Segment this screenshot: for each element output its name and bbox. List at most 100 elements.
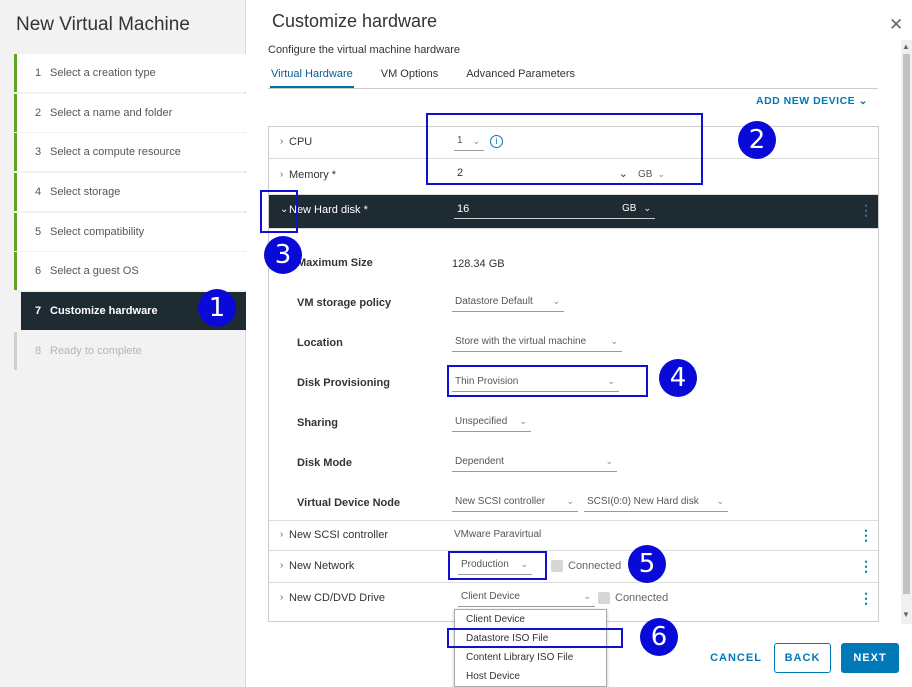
annotation-badge-4: 4: [659, 359, 697, 397]
dropdown-item-host-device[interactable]: Host Device: [455, 667, 606, 686]
step-number: 5: [35, 225, 42, 238]
device-node-label: Virtual Device Node: [297, 497, 401, 509]
wizard-step-5[interactable]: 5 Select compatibility: [14, 212, 246, 251]
step-label: Select compatibility: [50, 225, 145, 238]
wizard-title: New Virtual Machine: [16, 14, 190, 35]
step-number: 2: [35, 106, 42, 119]
chevron-right-icon[interactable]: ›: [280, 169, 283, 180]
hard-disk-unit-select[interactable]: GB ⌄: [619, 203, 655, 219]
storage-policy-value: Datastore Default: [455, 296, 533, 307]
page-subtitle: Configure the virtual machine hardware: [268, 44, 460, 56]
location-value: Store with the virtual machine: [455, 336, 587, 347]
step-number: 1: [35, 67, 42, 79]
max-size-value: 128.34 GB: [452, 258, 505, 270]
cancel-button[interactable]: CANCEL: [705, 643, 767, 673]
add-new-device-button[interactable]: ADD NEW DEVICE ⌄: [756, 95, 868, 107]
annotation-badge-5: 5: [628, 545, 666, 583]
storage-policy-select[interactable]: Datastore Default ⌄: [452, 296, 564, 312]
annotation-badge-2: 2: [738, 121, 776, 159]
chevron-right-icon[interactable]: ›: [280, 136, 283, 147]
close-icon[interactable]: ✕: [889, 15, 903, 35]
kebab-menu-icon[interactable]: ⋮: [859, 590, 873, 607]
chevron-down-icon: ⌄: [605, 456, 613, 466]
scrollbar[interactable]: ▲ ▼: [901, 40, 912, 624]
wizard-step-4[interactable]: 4 Select storage: [14, 173, 246, 212]
hard-disk-size-value: 16: [457, 203, 470, 215]
network-connected-label: Connected: [568, 560, 622, 572]
device-node-controller-select[interactable]: New SCSI controller ⌄: [452, 496, 578, 512]
chevron-down-icon: ⌄: [519, 416, 527, 426]
scsi-controller-label: New SCSI controller: [289, 529, 389, 541]
max-size-label: Maximum Size: [297, 257, 373, 269]
dropdown-item-content-library-iso[interactable]: Content Library ISO File: [455, 648, 606, 667]
wizard-sidebar: New Virtual Machine 1 Select a creation t…: [0, 0, 246, 687]
tab-advanced-parameters[interactable]: Advanced Parameters: [465, 64, 576, 88]
device-node-controller-value: New SCSI controller: [455, 496, 546, 507]
network-connected-checkbox[interactable]: [551, 560, 563, 572]
scroll-down-icon[interactable]: ▼: [902, 610, 910, 619]
wizard-step-3[interactable]: 3 Select a compute resource: [14, 133, 246, 172]
wizard-step-2[interactable]: 2 Select a name and folder: [14, 93, 246, 132]
chevron-right-icon[interactable]: ›: [280, 560, 283, 571]
kebab-menu-icon[interactable]: ⋮: [859, 202, 873, 219]
device-node-slot-value: SCSI(0:0) New Hard disk: [587, 496, 699, 507]
cd-dvd-connected-label: Connected: [615, 592, 669, 604]
chevron-right-icon[interactable]: ›: [280, 529, 283, 540]
scroll-up-icon[interactable]: ▲: [902, 42, 910, 51]
kebab-menu-icon[interactable]: ⋮: [859, 558, 873, 575]
cd-dvd-dropdown-menu: Client Device Datastore ISO File Content…: [454, 609, 607, 687]
chevron-down-icon: ⌄: [858, 95, 868, 107]
scsi-controller-row[interactable]: › New SCSI controller VMware Paravirtual…: [269, 521, 878, 551]
cd-dvd-value: Client Device: [461, 591, 520, 602]
tabs-divider: [268, 88, 878, 89]
step-label: Ready to complete: [50, 344, 142, 357]
chevron-down-icon: ⌄: [610, 336, 618, 346]
add-new-device-label: ADD NEW DEVICE: [756, 95, 856, 107]
wizard-step-1[interactable]: 1 Select a creation type: [14, 54, 246, 92]
network-label: New Network: [289, 560, 355, 572]
location-select[interactable]: Store with the virtual machine ⌄: [452, 336, 622, 352]
chevron-down-icon: ⌄: [643, 203, 651, 213]
chevron-right-icon[interactable]: ›: [280, 592, 283, 603]
annotation-badge-1: 1: [198, 289, 236, 327]
step-label: Select a compute resource: [50, 146, 181, 159]
chevron-down-icon: ⌄: [716, 496, 724, 506]
wizard-step-6[interactable]: 6 Select a guest OS: [14, 252, 246, 291]
network-row[interactable]: › New Network Production ⌄ Connected ⋮: [269, 551, 878, 583]
page-title: Customize hardware: [272, 11, 438, 31]
annotation-box-4: [447, 365, 648, 397]
step-number: 6: [35, 265, 42, 278]
memory-label: Memory *: [289, 169, 337, 181]
hardware-tabs: Virtual Hardware VM Options Advanced Par…: [270, 64, 602, 88]
cd-dvd-connected-checkbox[interactable]: [598, 592, 610, 604]
device-node-slot-select[interactable]: SCSI(0:0) New Hard disk ⌄: [584, 496, 728, 512]
step-number: 3: [35, 146, 42, 159]
sharing-label: Sharing: [297, 417, 338, 429]
chevron-down-icon: ⌄: [566, 496, 574, 506]
storage-policy-label: VM storage policy: [297, 297, 392, 309]
step-label: Customize hardware: [50, 305, 158, 318]
hard-disk-unit: GB: [622, 203, 637, 214]
disk-mode-value: Dependent: [455, 456, 504, 467]
sharing-value: Unspecified: [455, 416, 508, 427]
step-label: Select a guest OS: [50, 265, 139, 278]
next-button[interactable]: NEXT: [841, 643, 899, 673]
hard-disk-row[interactable]: ⌄ New Hard disk * 16 GB ⌄ ⋮: [269, 195, 878, 229]
chevron-down-icon: ⌄: [583, 591, 591, 601]
annotation-badge-6: 6: [640, 618, 678, 656]
cpu-label: CPU: [289, 136, 313, 148]
step-number: 4: [35, 186, 42, 199]
back-button[interactable]: BACK: [774, 643, 831, 673]
scsi-controller-value: VMware Paravirtual: [454, 529, 542, 540]
tab-virtual-hardware[interactable]: Virtual Hardware: [270, 64, 354, 88]
cd-dvd-label: New CD/DVD Drive: [289, 592, 385, 604]
cd-dvd-select[interactable]: Client Device ⌄: [458, 591, 595, 607]
step-label: Select storage: [50, 186, 121, 199]
dropdown-item-client-device[interactable]: Client Device: [455, 610, 606, 629]
kebab-menu-icon[interactable]: ⋮: [859, 527, 873, 544]
scrollbar-thumb[interactable]: [903, 54, 910, 594]
sharing-select[interactable]: Unspecified ⌄: [452, 416, 531, 432]
tab-vm-options[interactable]: VM Options: [380, 64, 439, 88]
chevron-down-icon: ⌄: [552, 296, 560, 306]
disk-mode-select[interactable]: Dependent ⌄: [452, 456, 617, 472]
